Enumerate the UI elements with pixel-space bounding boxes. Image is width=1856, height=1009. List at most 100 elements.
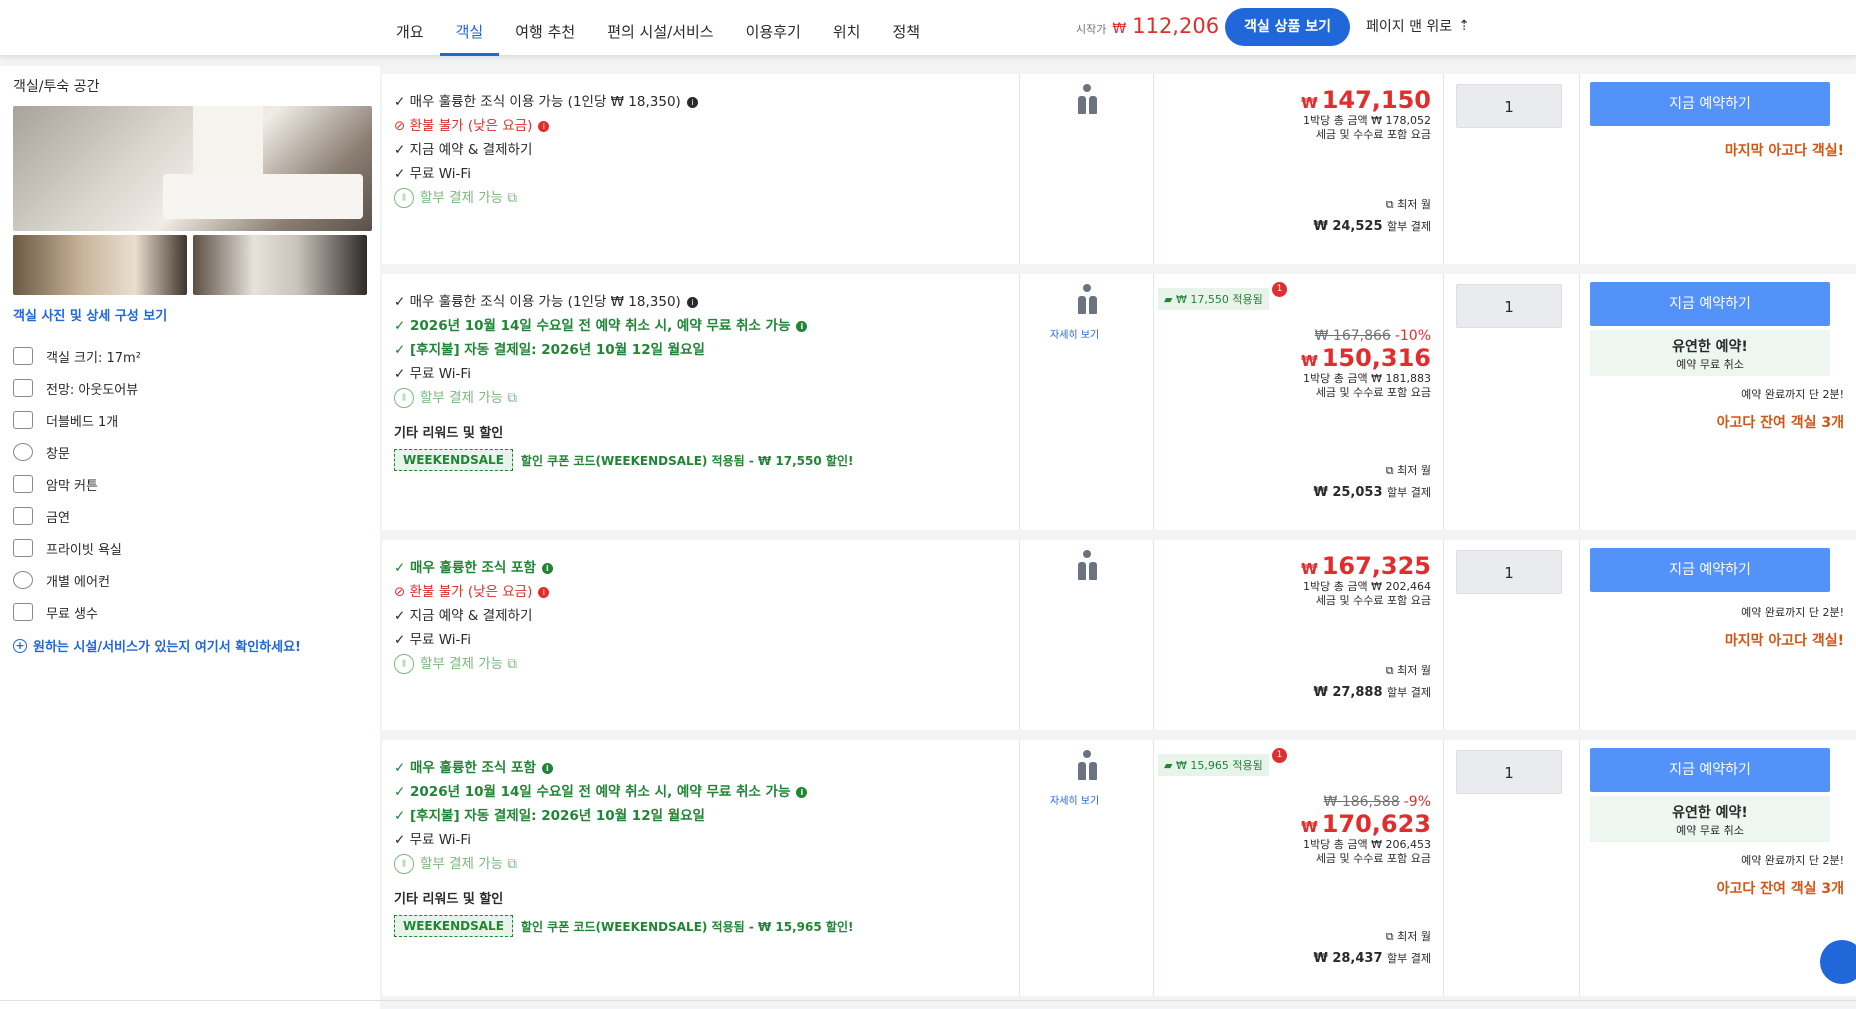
feature-line: ✓ 무료 Wi-Fi (394, 628, 1007, 652)
feature-text: ✓ 지금 예약 & 결제하기 (394, 142, 533, 158)
offer-row: ✓ 매우 훌륭한 조식 포함 i ⊘ 환불 불가 (낮은 요금) i ✓ 지금 예약 &… (382, 540, 1856, 730)
book-now-button[interactable]: 지금 예약하기 (1590, 548, 1830, 592)
installment-value: ₩ 27,888 할부 결제 (1313, 684, 1431, 700)
amenity-window: 창문 (13, 436, 367, 468)
booking-countdown: 예약 완료까지 단 2분! (1741, 606, 1844, 619)
offer-row: ✓ 매우 훌륭한 조식 이용 가능 (1인당 ₩ 18,350) i ✓ 2026년… (382, 274, 1856, 530)
price-block: ₩147,150 1박당 총 금액 ₩ 178,052 세금 및 수수료 포함 요금 (1301, 86, 1431, 142)
offer-quantity: 1 (1444, 540, 1580, 730)
tab-overview[interactable]: 개요 (380, 0, 440, 56)
flexible-title: 유연한 예약! (1672, 805, 1748, 821)
info-icon[interactable]: i (541, 562, 553, 574)
person-icon (1077, 296, 1086, 314)
booking-countdown: 예약 완료까지 단 2분! (1741, 388, 1844, 401)
room-quantity-select[interactable]: 1 (1456, 550, 1562, 594)
room-quantity-select[interactable]: 1 (1456, 750, 1562, 794)
feature-text: ✓ 매우 훌륭한 조식 포함 (394, 760, 536, 776)
offer-price: ▰ ₩ 15,965 적용됨 1 ₩ 186,588 -9% ₩170,623 1박당 총… (1154, 740, 1444, 996)
book-now-button[interactable]: 지금 예약하기 (1590, 748, 1830, 792)
installment-icon: ⫼ (394, 388, 414, 408)
book-now-button[interactable]: 지금 예약하기 (1590, 82, 1830, 126)
offer-booking: 지금 예약하기예약 완료까지 단 2분! 마지막 아고다 객실! (1580, 540, 1856, 730)
promo-text: ₩ 17,550 적용됨 (1175, 293, 1263, 306)
bed-icon (13, 411, 33, 429)
start-price-value: 112,206 (1132, 14, 1220, 38)
check-facilities-link[interactable]: + 원하는 시설/서비스가 있는지 여기서 확인하세요! (13, 636, 367, 655)
price-amount: 147,150 (1321, 86, 1431, 114)
price-block: ₩167,325 1박당 총 금액 ₩ 202,464 세금 및 수수료 포함 요금 (1301, 552, 1431, 608)
offer-price: ₩147,150 1박당 총 금액 ₩ 178,052 세금 및 수수료 포함 요금… (1154, 74, 1444, 264)
coupon-text: 할인 쿠폰 코드(WEEKENDSALE) 적용됨 - ₩ 17,550 할인! (520, 453, 854, 468)
amenity-air-conditioning: 개별 에어컨 (13, 564, 367, 596)
info-icon[interactable]: i (796, 320, 808, 332)
tab-rooms[interactable]: 객실 (439, 0, 500, 56)
section-tabs: 개요 객실 여행 추천 편의 시설/서비스 이용후기 위치 정책 (380, 0, 936, 56)
feature-text: ✓ [후지불] 자동 결제일: 2026년 10월 12일 월요일 (394, 342, 705, 358)
room-photo-main[interactable] (13, 106, 372, 231)
curtain-icon (13, 475, 33, 493)
offer-booking: 지금 예약하기 유연한 예약! 예약 무료 취소 예약 완료까지 단 2분! 아고다 잔… (1580, 740, 1856, 996)
occupancy-details-link[interactable]: 자세히 보기 (1050, 792, 1099, 807)
room-photo-thumb[interactable] (13, 235, 187, 295)
book-now-button[interactable]: 지금 예약하기 (1590, 282, 1830, 326)
offer-booking: 지금 예약하기 마지막 아고다 객실! (1580, 74, 1856, 264)
feature-line: ⊘ 환불 불가 (낮은 요금) i (394, 114, 1007, 138)
feature-text: ✓ 지금 예약 & 결제하기 (394, 608, 533, 624)
feature-text: 할부 결제 가능 ⧉ (420, 390, 518, 406)
promo-count-badge: 1 (1272, 282, 1287, 297)
info-icon[interactable]: i (686, 296, 698, 308)
tab-travel-tips[interactable]: 여행 추천 (499, 0, 591, 56)
installment-info: ⧉ 최저 월 ₩ 24,525 할부 결제 (1313, 196, 1431, 234)
offer-occupancy: 자세히 보기 (1020, 274, 1154, 530)
person-icon (1088, 296, 1097, 314)
info-icon[interactable]: i (796, 786, 808, 798)
back-to-top-link[interactable]: 페이지 맨 위로 ⇡ (1366, 16, 1470, 36)
info-icon (1083, 750, 1091, 758)
person-icon (1077, 96, 1086, 114)
guests-icon (1070, 284, 1104, 314)
feature-line: ✓ 지금 예약 & 결제하기 (394, 138, 1007, 162)
offer-features: ✓ 매우 훌륭한 조식 이용 가능 (1인당 ₩ 18,350) i ⊘ 환불 불가… (382, 74, 1020, 264)
info-icon[interactable]: i (541, 762, 553, 774)
original-price: ₩ 167,866 -10% (1301, 328, 1431, 344)
feature-text: ✓ [후지불] 자동 결제일: 2026년 10월 12일 월요일 (394, 808, 705, 824)
room-quantity-select[interactable]: 1 (1456, 84, 1562, 128)
tab-facilities[interactable]: 편의 시설/서비스 (591, 0, 729, 56)
people-icon (1070, 296, 1104, 314)
room-quantity-select[interactable]: 1 (1456, 284, 1562, 328)
window-shape (193, 106, 263, 176)
shower-icon (13, 539, 33, 557)
feature-text: 할부 결제 가능 ⧉ (420, 190, 518, 206)
water-bottle-icon (13, 603, 33, 621)
feature-line: ⫼ 할부 결제 가능 ⧉ (394, 852, 1007, 876)
last-room-notice: 마지막 아고다 객실! (1724, 633, 1844, 649)
installment-icon: ⫼ (394, 654, 414, 674)
info-icon[interactable]: i (686, 96, 698, 108)
view-room-offers-button[interactable]: 객실 상품 보기 (1225, 8, 1350, 46)
installment-value: ₩ 24,525 할부 결제 (1313, 218, 1431, 234)
info-icon[interactable]: i (538, 120, 550, 132)
tab-reviews[interactable]: 이용후기 (730, 0, 817, 56)
room-photos-link[interactable]: 객실 사진 및 상세 구성 보기 (13, 305, 367, 324)
tab-location[interactable]: 위치 (817, 0, 877, 56)
feature-line: ✓ [후지불] 자동 결제일: 2026년 10월 12일 월요일 (394, 804, 1007, 828)
offer-quantity: 1 (1444, 274, 1580, 530)
promo-count-badge: 1 (1272, 748, 1287, 763)
installment-suffix: 할부 결제 (1387, 486, 1431, 499)
discount-percent: -9% (1403, 794, 1431, 810)
currency-symbol: ₩ (1301, 560, 1318, 578)
tab-policies[interactable]: 정책 (876, 0, 936, 56)
start-price-label: 시작가 (1076, 23, 1107, 36)
occupancy-details-link[interactable]: 자세히 보기 (1050, 326, 1099, 341)
info-icon[interactable]: i (538, 586, 550, 598)
installment-label: ⧉ 최저 월 (1385, 930, 1431, 943)
back-to-top-label: 페이지 맨 위로 (1366, 19, 1453, 35)
feature-text: ✓ 무료 Wi-Fi (394, 832, 471, 848)
room-photo-thumb[interactable] (193, 235, 367, 295)
price-value: ₩167,325 (1301, 552, 1431, 580)
bed-shape (163, 174, 363, 219)
flexible-subtitle: 예약 무료 취소 (1676, 358, 1744, 371)
room-nav-bar: 개요 객실 여행 추천 편의 시설/서비스 이용후기 위치 정책 시작가 ₩ 1… (0, 0, 1856, 56)
feature-text: ✓ 매우 훌륭한 조식 이용 가능 (1인당 ₩ 18,350) (394, 94, 681, 110)
chat-button[interactable] (1820, 940, 1856, 984)
